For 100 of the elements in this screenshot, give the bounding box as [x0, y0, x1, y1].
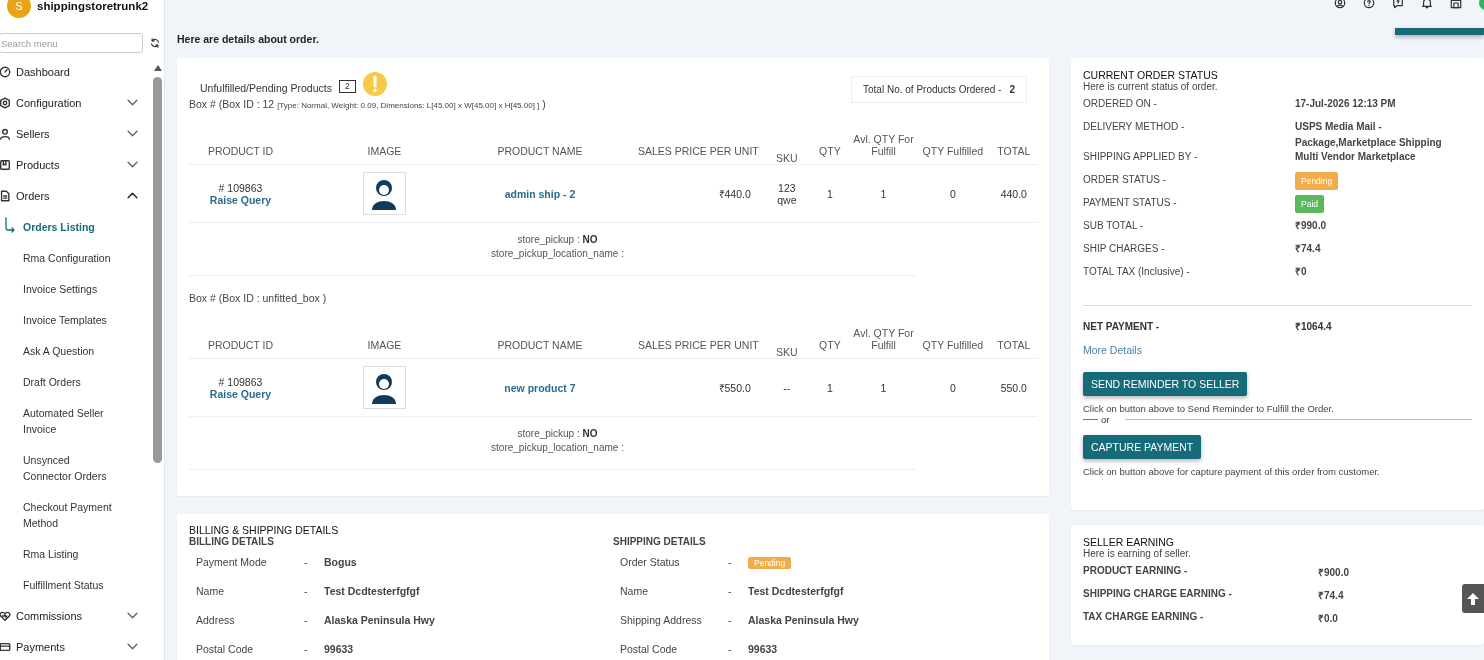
column-header: SALES PRICE PER UNIT [602, 118, 765, 165]
field-label: TOTAL TAX (Inclusive) - [1083, 266, 1191, 279]
field-label: ORDERED ON - [1083, 98, 1158, 111]
hexagon-icon [0, 96, 11, 109]
submenu-item[interactable]: Ask A Question [0, 335, 150, 366]
status-tag: Paid [1295, 195, 1324, 213]
column-header: Avl. QTY For Fulfill [850, 118, 917, 165]
submenu-item[interactable]: Rma Configuration [0, 242, 150, 273]
field-label: SUB TOTAL - [1083, 220, 1145, 233]
field-value: ₹900.0 [1318, 566, 1350, 580]
column-header: SKU [764, 118, 809, 165]
menu-item[interactable]: Payments [0, 631, 150, 660]
submenu-item[interactable]: Orders Listing [0, 211, 150, 242]
or-label: or [1101, 414, 1110, 425]
menu-item[interactable]: Dashboard [0, 56, 150, 87]
total-value: 2 [1009, 84, 1015, 95]
column-header: QTY Fulfilled [916, 118, 990, 165]
menu-item[interactable]: Orders [0, 180, 150, 211]
submenu-item[interactable]: Rma Listing [0, 538, 150, 569]
table-cell: 0 [949, 187, 956, 200]
column-header: QTY [808, 118, 851, 165]
status-tag: Pending [1295, 172, 1339, 190]
field-label: Order Status [620, 556, 681, 568]
raise-query-link[interactable]: Raise Query [209, 193, 272, 206]
field-label: Postal Code [620, 643, 679, 655]
field-value: Test Dcdtesterfgfgf [324, 585, 420, 597]
field-label: DELIVERY METHOD - [1083, 121, 1186, 134]
table-cell: 1 [827, 381, 833, 394]
separator-dash: - [304, 556, 309, 568]
field-value: 99633 [748, 643, 778, 655]
table-cell: ₹550.0 [718, 381, 751, 394]
product-name-link[interactable]: new product 7 [504, 381, 576, 394]
product-name-link[interactable]: admin ship - 2 [504, 187, 576, 200]
column-header: TOTAL [989, 312, 1038, 359]
field-value: Test Dcdtesterfgfgf [748, 585, 844, 597]
field-label: PAYMENT STATUS - [1083, 197, 1178, 210]
field-label: PRODUCT EARNING - [1083, 565, 1189, 578]
user-icon [0, 127, 11, 140]
help-button[interactable] [1363, 0, 1375, 9]
field-label: SHIPPING APPLIED BY - [1083, 151, 1199, 164]
total-label: Total No. of Products Ordered - [863, 84, 1002, 95]
field-value: ₹990.0 [1295, 219, 1328, 233]
chat-button[interactable] [1392, 0, 1404, 9]
card-subtitle: Here is earning of seller. [1083, 548, 1192, 559]
page-subtitle: Here are details about order. [177, 33, 319, 45]
card-title: BILLING & SHIPPING DETAILS [189, 524, 340, 536]
corner-arrow-icon [4, 217, 16, 233]
submenu-item[interactable]: Automated Seller Invoice [0, 397, 150, 444]
more-details-link[interactable]: More Details [1083, 344, 1472, 356]
field-value: ₹0.0 [1318, 612, 1338, 626]
submenu-item[interactable]: Draft Orders [0, 366, 150, 397]
search-field[interactable]: Search menu [0, 33, 143, 53]
column-header: PRODUCT NAME [476, 118, 603, 165]
capture-payment-button[interactable]: CAPTURE PAYMENT [1083, 435, 1202, 459]
column-header: SKU [764, 312, 809, 359]
separator-dash: - [304, 643, 309, 655]
field-label: Payment Mode [196, 556, 268, 568]
menu-item[interactable]: Sellers [0, 118, 150, 149]
column-header: PRODUCT ID [189, 118, 292, 165]
field-label: Postal Code [196, 643, 255, 655]
bell-button[interactable] [1421, 0, 1433, 9]
field-value: Multi Vendor Marketplace [1295, 150, 1417, 164]
gauge-icon [0, 65, 11, 78]
store-button[interactable] [1450, 0, 1462, 9]
table-cell: 0 [949, 381, 956, 394]
account-icon [1334, 0, 1346, 9]
field-value: ₹0 [1295, 265, 1308, 279]
submenu-item[interactable]: Invoice Templates [0, 304, 150, 335]
table-cell: 1 [880, 187, 887, 200]
column-header: PRODUCT ID [189, 312, 292, 359]
submenu-item[interactable]: Fulfillment Status [0, 569, 150, 600]
raise-query-link[interactable]: Raise Query [209, 387, 272, 400]
submenu-item[interactable]: Checkout Payment Method [0, 491, 150, 538]
table-cell: -- [783, 381, 791, 394]
menu-item[interactable]: Commissions [0, 600, 150, 631]
help-text: Click on button above for capture payment of this order from customer. [1083, 466, 1381, 477]
separator-dash: - [728, 643, 733, 655]
card-subtitle: Here is current status of order. [1083, 81, 1219, 92]
send-reminder-button[interactable]: SEND REMINDER TO SELLER [1083, 372, 1248, 396]
menu-item[interactable]: Configuration [0, 87, 150, 118]
store-icon [1450, 0, 1462, 9]
net-payment-label: NET PAYMENT - [1083, 321, 1161, 334]
submenu-item[interactable]: Unsynced Connector Orders [0, 444, 150, 491]
field-value: 17-Jul-2026 12:13 PM [1295, 97, 1397, 111]
help-icon [1363, 0, 1375, 9]
field-value: ₹74.4 [1295, 242, 1322, 256]
submenu-item[interactable]: Invoice Settings [0, 273, 150, 304]
scroll-up-arrow[interactable] [153, 65, 162, 71]
column-header: PRODUCT NAME [476, 312, 603, 359]
scrollbar-thumb[interactable] [153, 77, 162, 463]
account-button[interactable] [1334, 0, 1346, 9]
menu-item[interactable]: Products [0, 149, 150, 180]
field-label: TAX CHARGE EARNING - [1083, 611, 1205, 624]
warning-icon [362, 72, 387, 96]
section-heading: BILLING DETAILS [189, 536, 275, 547]
field-label: ORDER STATUS - [1083, 174, 1167, 187]
column-header: IMAGE [291, 312, 477, 359]
scroll-top-button[interactable] [1462, 584, 1484, 613]
field-value: Alaska Peninsula Hwy [324, 614, 435, 626]
product-id: # 109863 [217, 375, 264, 388]
